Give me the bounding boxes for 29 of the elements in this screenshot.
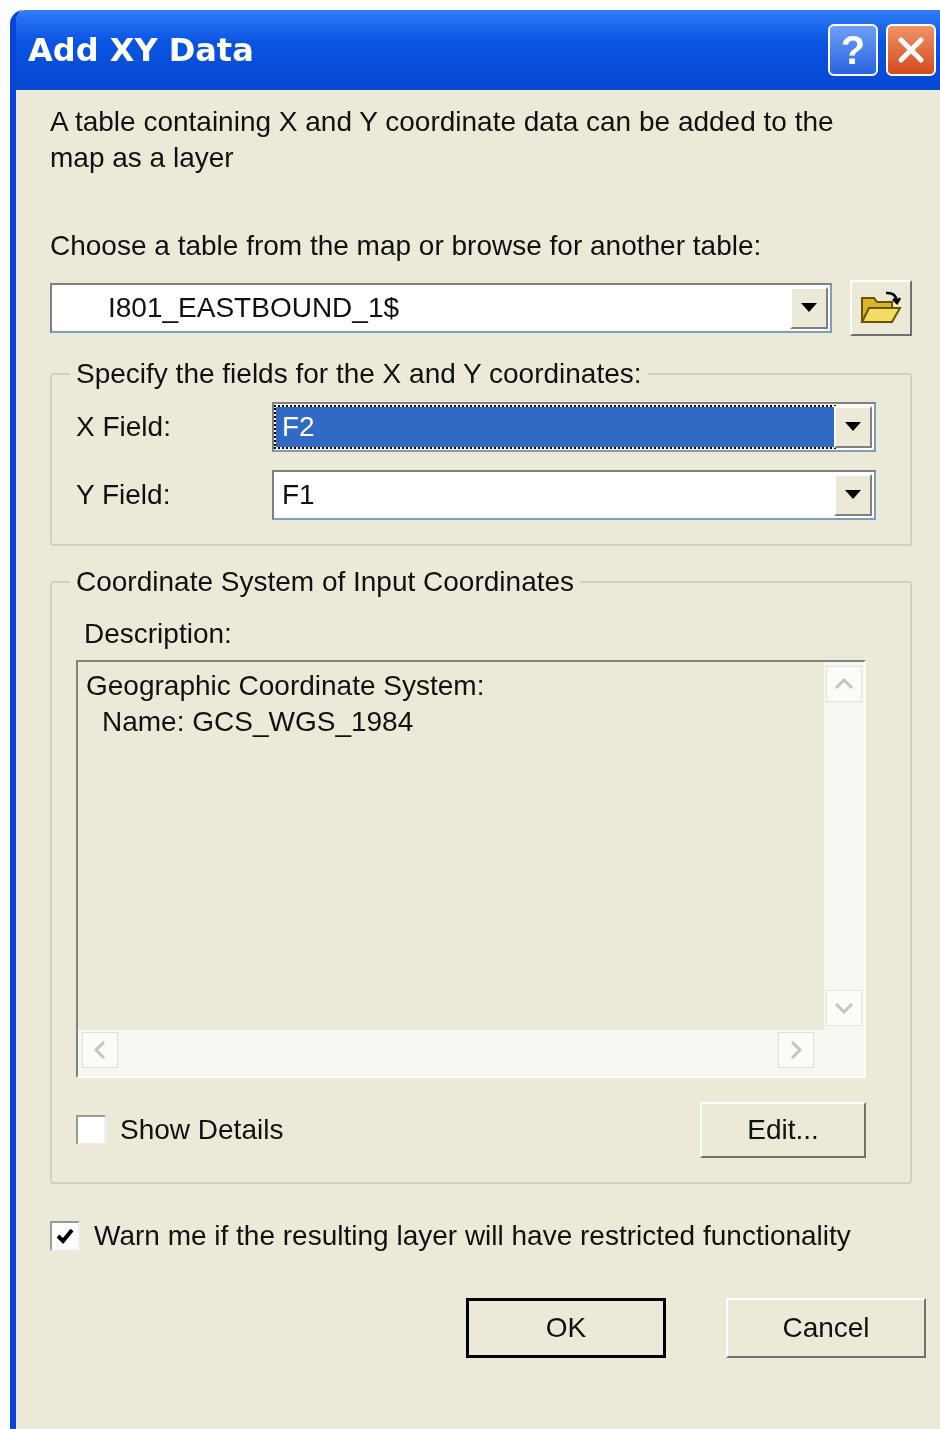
horizontal-scrollbar[interactable] — [78, 1030, 864, 1076]
vertical-scrollbar[interactable] — [824, 662, 864, 1030]
close-button[interactable] — [886, 24, 936, 76]
description-line: Name: GCS_WGS_1984 — [101, 705, 415, 739]
intro-text: A table containing X and Y coordinate data can be added to the map as a layer — [50, 105, 835, 175]
folder-icon — [860, 290, 902, 326]
checkbox-label: Show Details — [120, 1114, 284, 1146]
scroll-down-icon[interactable] — [826, 990, 862, 1026]
window-title: Add XY Data — [28, 31, 255, 69]
checkbox[interactable] — [50, 1221, 80, 1251]
ok-button[interactable]: OK — [466, 1298, 666, 1358]
checkbox[interactable] — [76, 1115, 106, 1145]
browse-button[interactable] — [850, 280, 912, 336]
field-dropdown[interactable]: F1 — [272, 470, 876, 520]
description-line: Geographic Coordinate System: — [86, 669, 486, 703]
scroll-left-icon[interactable] — [82, 1032, 118, 1068]
table-dropdown[interactable]: I801_EASTBOUND_1$ — [50, 283, 832, 333]
field-label: Y Field: — [76, 479, 172, 511]
group-title: Specify the fields for the X and Y coordinates: — [75, 358, 643, 390]
description-label: Description: — [84, 618, 233, 650]
scroll-right-icon[interactable] — [778, 1032, 814, 1068]
checkbox-label: Warn me if the resulting layer will have restricted functionality — [94, 1220, 851, 1252]
field-dropdown[interactable]: F2 — [272, 402, 876, 452]
scroll-up-icon[interactable] — [826, 666, 862, 702]
cancel-button[interactable]: Cancel — [726, 1298, 926, 1358]
group-title: Coordinate System of Input Coordinates — [75, 566, 576, 598]
field-label: X Field: — [76, 411, 172, 443]
table-label: Choose a table from the map or browse for another table: — [50, 230, 763, 262]
edit-button[interactable]: Edit... — [700, 1102, 866, 1158]
